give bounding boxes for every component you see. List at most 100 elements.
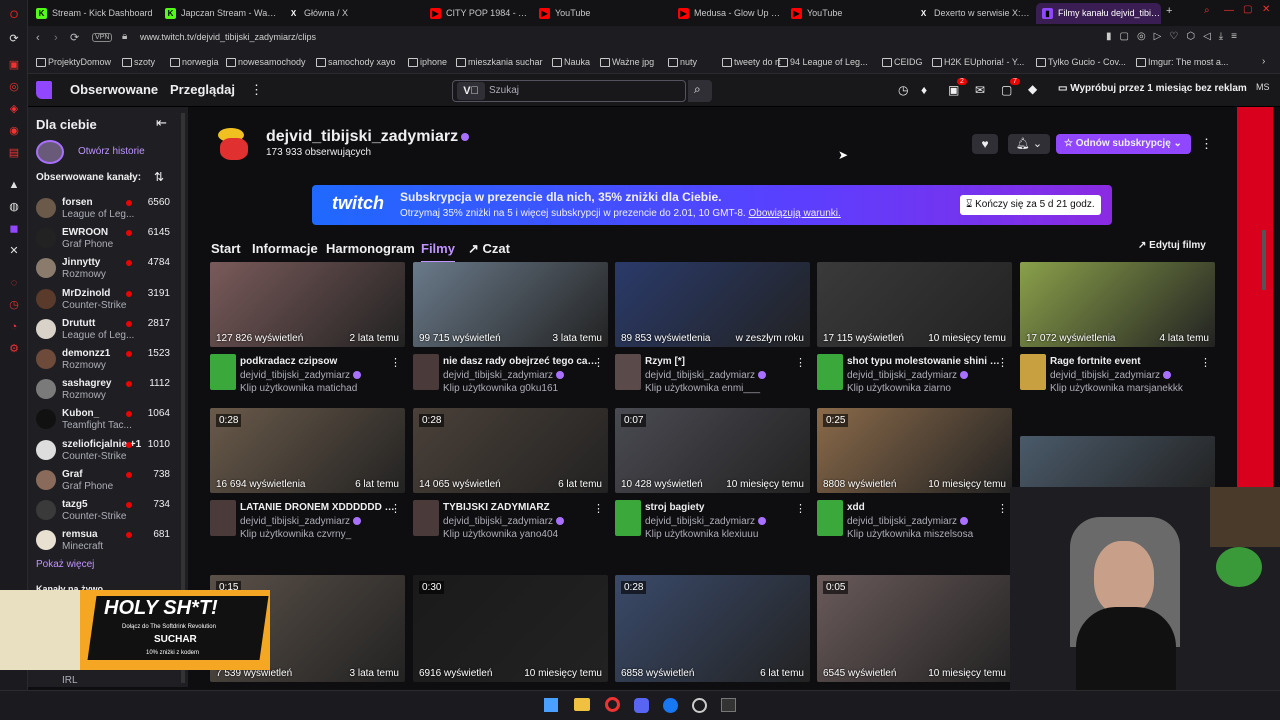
clip-channel[interactable]: dejvid_tibijski_zadymiarz: [645, 516, 800, 527]
clip-title[interactable]: Rzym [*]: [645, 356, 800, 367]
discord-icon[interactable]: [634, 698, 649, 713]
browser-tab[interactable]: ▶ YouTube: [785, 3, 905, 24]
more-options-icon[interactable]: ⋮: [795, 502, 806, 515]
bookmark-item[interactable]: szoty: [122, 57, 155, 67]
terms-link[interactable]: Obowiązują warunki.: [748, 208, 840, 219]
maximize-button[interactable]: ▢: [1243, 4, 1252, 15]
sidebar-channel-item[interactable]: Kubon_ Teamfight Tac... 1064: [28, 405, 188, 435]
settings-icon[interactable]: ⚙: [7, 342, 21, 356]
sort-icon[interactable]: ⇅: [154, 170, 164, 184]
search-tabs-icon[interactable]: ⌕: [1204, 5, 1210, 16]
bookmark-item[interactable]: CEIDG: [882, 57, 923, 67]
clip-title[interactable]: xdd: [847, 502, 1002, 513]
vpn-badge[interactable]: VPN: [92, 33, 113, 42]
bookmark-item[interactable]: nowesamochody: [226, 57, 306, 67]
sidebar-app-icon[interactable]: ◔: [7, 320, 21, 334]
clip-card[interactable]: 99 715 wyświetleń 3 lata temu nie dasz rad…: [413, 262, 608, 407]
clip-channel-avatar[interactable]: [1020, 354, 1046, 390]
opera-logo-icon[interactable]: O: [7, 8, 21, 22]
stories-avatar[interactable]: [36, 140, 64, 164]
clip-card[interactable]: 0:28 14 065 wyświetleń 6 lat temu TYBIJSKI …: [413, 408, 608, 553]
clip-thumbnail[interactable]: 0:25 8808 wyświetleń 10 miesięcy temu: [817, 408, 1012, 493]
bookmark-item[interactable]: nuty: [668, 57, 697, 67]
search-button[interactable]: ⌕: [688, 80, 712, 102]
bookmark-item[interactable]: 94 League of Leg...: [778, 57, 868, 67]
clip-channel-avatar[interactable]: [817, 354, 843, 390]
show-more-link[interactable]: Pokaż więcej: [36, 559, 94, 570]
tab-filmy[interactable]: Filmy: [421, 241, 455, 263]
sidebar-app-icon[interactable]: ◌: [7, 276, 21, 290]
sidebar-channel-item[interactable]: demonzz1 Rozmowy 1523: [28, 345, 188, 375]
sidebar-channel-item[interactable]: remsua Minecraft 681: [28, 526, 188, 556]
clip-channel[interactable]: dejvid_tibijski_zadymiarz: [847, 516, 1002, 527]
sidebar-channel-item[interactable]: Drututt League of Leg... 2817: [28, 315, 188, 345]
sidebar-app-icon[interactable]: ◈: [7, 102, 21, 116]
clip-card[interactable]: 0:30 6916 wyświetleń 10 miesięcy temu: [413, 575, 608, 682]
browser-tab[interactable]: K Japczan Stream - Watch: [159, 3, 277, 24]
more-options-icon[interactable]: ⋮: [1200, 356, 1211, 369]
clip-thumbnail[interactable]: 0:07 10 428 wyświetleń 10 miesięcy temu: [615, 408, 810, 493]
sidebar-app-icon[interactable]: ▲: [7, 178, 21, 192]
tab-czat[interactable]: ↗ Czat: [468, 241, 510, 257]
bookmark-item[interactable]: mieszkania suchar: [456, 57, 543, 67]
nav-browse[interactable]: Przeglądaj: [170, 82, 235, 97]
content-scrollbar[interactable]: [1262, 230, 1266, 290]
notifications-button[interactable]: 🔔︎ ⌄: [1008, 134, 1050, 154]
sidebar-app-icon[interactable]: ◷: [7, 298, 21, 312]
clip-card[interactable]: 17 072 wyświetlenia 4 lata temu Rage fortn…: [1020, 262, 1215, 407]
obs-icon[interactable]: [692, 698, 707, 713]
more-options-icon[interactable]: ⋮: [593, 356, 604, 369]
clip-author[interactable]: Klip użytkownika enmi___: [645, 383, 800, 394]
tab-start[interactable]: Start: [211, 241, 241, 256]
bookmark-item[interactable]: norwegia: [170, 57, 219, 67]
browser-tab[interactable]: K Stream - Kick Dashboard: [30, 3, 155, 24]
more-options-icon[interactable]: ⋮: [390, 502, 401, 515]
channel-avatar[interactable]: [214, 126, 252, 164]
sidebar-channel-item[interactable]: Graf Graf Phone 738: [28, 466, 188, 496]
facebook-icon[interactable]: [663, 698, 678, 713]
clip-thumbnail[interactable]: 17 072 wyświetlenia 4 lata temu: [1020, 262, 1215, 347]
sidebar-app-icon[interactable]: ◉: [7, 124, 21, 138]
clip-title[interactable]: LATANIE DRONEM XDDDDDD P...: [240, 502, 395, 513]
clip-channel-avatar[interactable]: [210, 500, 236, 536]
clip-card[interactable]: 17 115 wyświetleń 10 miesięcy temu shot ty…: [817, 262, 1012, 407]
resubscribe-button[interactable]: ☆ Odnów subskrypcję ⌄: [1056, 134, 1191, 154]
clip-thumbnail[interactable]: 0:28 14 065 wyświetleń 6 lat temu: [413, 408, 608, 493]
clip-card[interactable]: 0:07 10 428 wyświetleń 10 miesięcy temu str…: [615, 408, 810, 553]
clip-card[interactable]: 127 826 wyświetleń 2 lata temu podkradacz …: [210, 262, 405, 407]
clip-author[interactable]: Klip użytkownika czvrny_: [240, 529, 395, 540]
clip-title[interactable]: nie dasz rady obejrzeć tego cał...: [443, 356, 598, 367]
more-options-icon[interactable]: ⋮: [795, 356, 806, 369]
clip-channel-avatar[interactable]: [413, 500, 439, 536]
bookmark-item[interactable]: Tylko Gucio - Cov...: [1036, 57, 1126, 67]
browser-tab[interactable]: ▮ Filmy kanału dejvid_tibijsk: [1036, 3, 1161, 24]
clock-icon[interactable]: ◷: [898, 83, 908, 97]
bookmark-item[interactable]: Ważne jpg: [600, 57, 654, 67]
clip-title[interactable]: shot typu molestowanie shini p...: [847, 356, 1002, 367]
turbo-promo-button[interactable]: ▭ Wypróbuj przez 1 miesiąc bez reklam: [1058, 83, 1247, 94]
bookmark-item[interactable]: Imgur: The most a...: [1136, 57, 1228, 67]
bits-icon[interactable]: ♦: [921, 83, 927, 97]
whispers-icon[interactable]: ▢: [1001, 83, 1012, 97]
clip-channel[interactable]: dejvid_tibijski_zadymiarz: [847, 370, 1002, 381]
new-tab-button[interactable]: +: [1166, 5, 1172, 17]
clip-title[interactable]: Rage fortnite event: [1050, 356, 1205, 367]
nav-following[interactable]: Obserwowane: [70, 82, 158, 97]
browser-tab[interactable]: ▶ Medusa - Glow Up (prod: [672, 3, 782, 24]
twitch-logo-icon[interactable]: [36, 81, 52, 99]
sidebar-app-icon[interactable]: ◍: [7, 200, 21, 214]
clip-channel[interactable]: dejvid_tibijski_zadymiarz: [443, 516, 598, 527]
more-options-icon[interactable]: ⋮: [1200, 136, 1213, 152]
clip-card[interactable]: 0:25 8808 wyświetleń 10 miesięcy temu xdd de…: [817, 408, 1012, 553]
clip-channel-avatar[interactable]: [817, 500, 843, 536]
avatar[interactable]: MS: [1256, 82, 1270, 92]
close-window-button[interactable]: ✕: [1262, 4, 1270, 15]
clip-author[interactable]: Klip użytkownika g0ku161: [443, 383, 598, 394]
clip-title[interactable]: stroj bagiety: [645, 502, 800, 513]
clip-author[interactable]: Klip użytkownika ziarno: [847, 383, 1002, 394]
clip-thumbnail[interactable]: 0:28 16 694 wyświetlenia 6 lat temu: [210, 408, 405, 493]
sidebar-channel-item[interactable]: tazg5 Counter-Strike 734: [28, 496, 188, 526]
sidebar-channel-item[interactable]: forsen League of Leg... 6560: [28, 194, 188, 224]
bookmark-item[interactable]: tweety do rt: [722, 57, 781, 67]
clip-channel-avatar[interactable]: [615, 500, 641, 536]
